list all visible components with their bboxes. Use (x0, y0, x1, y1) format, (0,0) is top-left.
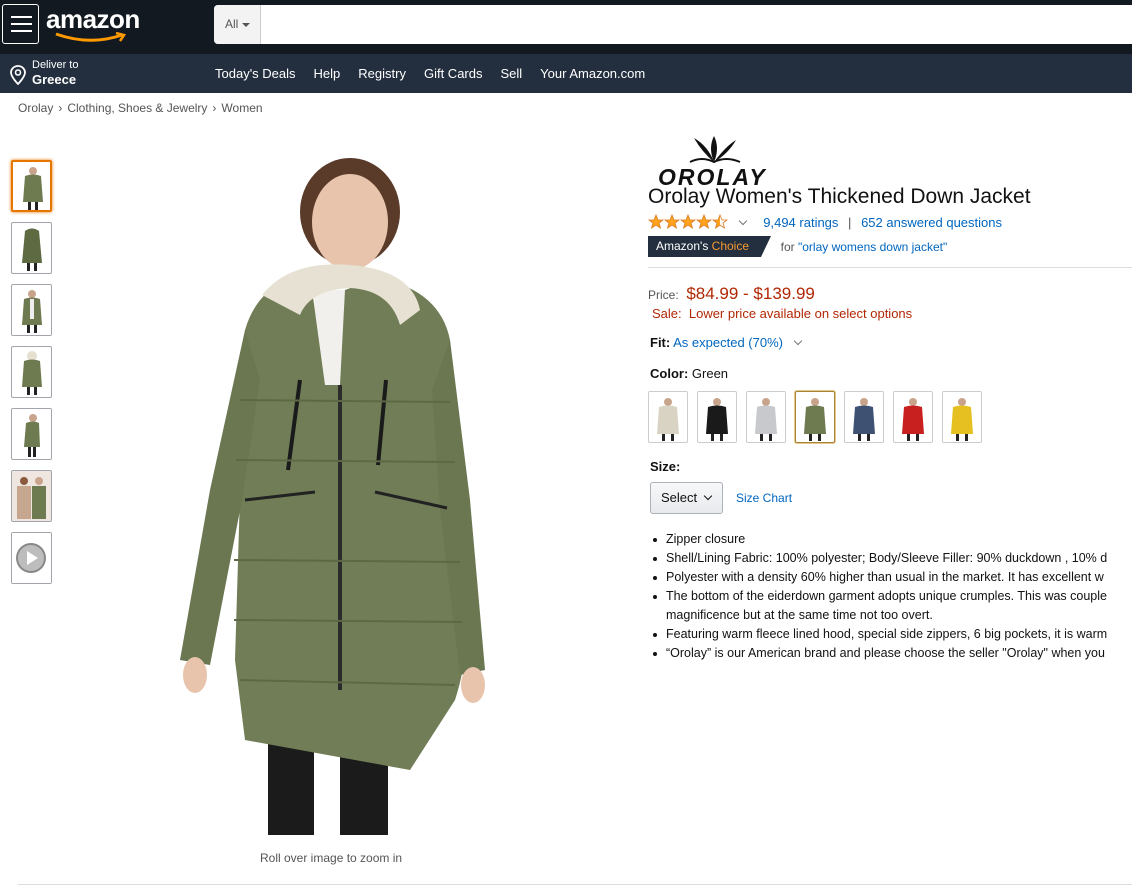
nav-help[interactable]: Help (314, 66, 341, 81)
play-video-icon (12, 533, 51, 583)
feature-bullet: Shell/Lining Fabric: 100% polyester; Bod… (650, 549, 1132, 568)
breadcrumb-item[interactable]: Orolay (18, 101, 53, 115)
search-input[interactable] (264, 5, 1124, 44)
feature-bullet: Featuring warm fleece lined hood, specia… (650, 625, 1132, 644)
swatch-navy[interactable] (844, 391, 884, 443)
deliver-label: Deliver to (32, 59, 79, 71)
answered-questions-link[interactable]: 652 answered questions (861, 215, 1002, 230)
badge-text: Amazon's (656, 239, 709, 253)
swatch-grey[interactable] (746, 391, 786, 443)
fit-label: Fit: (650, 335, 671, 350)
swatch-red[interactable] (893, 391, 933, 443)
thumbnail-1[interactable] (11, 160, 52, 212)
logo-text: amazon (46, 4, 140, 34)
menu-icon[interactable] (2, 4, 39, 44)
breadcrumb-separator: › (58, 101, 63, 115)
breadcrumb-item[interactable]: Clothing, Shoes & Jewelry (67, 101, 207, 115)
search-bar: All (214, 5, 1132, 44)
main-product-image[interactable] (150, 140, 515, 840)
nav-gift-cards[interactable]: Gift Cards (424, 66, 483, 81)
amazons-choice-badge[interactable]: Amazon's Choice (648, 236, 772, 257)
price-value: $84.99 - $139.99 (686, 284, 815, 303)
nav-todays-deals[interactable]: Today's Deals (215, 66, 296, 81)
breadcrumb-separator: › (212, 101, 217, 115)
jacket-image (180, 158, 485, 835)
nav-links: Today's Deals Help Registry Gift Cards S… (215, 54, 663, 93)
location-pin-icon (10, 65, 26, 85)
amazons-choice: Amazon's Choice for "orlay womens down j… (648, 236, 947, 257)
choice-query: for "orlay womens down jacket" (781, 240, 948, 254)
amazon-logo[interactable]: amazon (46, 4, 146, 42)
color-label: Color: (650, 366, 689, 381)
divider: | (848, 214, 852, 230)
zoom-hint: Roll over image to zoom in (260, 851, 403, 865)
star-rating-icon[interactable] (647, 213, 729, 233)
thumbnail-2[interactable] (11, 222, 52, 274)
chevron-down-icon (703, 491, 713, 501)
nav-sell[interactable]: Sell (500, 66, 522, 81)
fit-row: Fit: As expected (70%) (650, 335, 802, 350)
thumbnail-6[interactable] (11, 470, 52, 522)
orolay-leaf-icon (689, 136, 741, 164)
jacket-thumb-image (23, 167, 43, 210)
fit-value-link[interactable]: As expected (70%) (673, 335, 783, 350)
nav-your-amazon[interactable]: Your Amazon.com (540, 66, 645, 81)
ratings-count-link[interactable]: 9,494 ratings (763, 215, 838, 230)
feature-bullet: “Orolay” is our American brand and pleas… (650, 644, 1132, 663)
jacket-back-thumb-image (22, 228, 42, 271)
swatch-yellow[interactable] (942, 391, 982, 443)
top-bar: amazon All (0, 0, 1132, 54)
price-row: Price: $84.99 - $139.99 (648, 284, 815, 304)
chevron-down-icon[interactable] (793, 336, 802, 346)
feature-bullet: Zipper closure (650, 530, 1132, 549)
size-chart-link[interactable]: Size Chart (736, 491, 792, 505)
nav-bar: Deliver to Greece Today's Deals Help Reg… (0, 54, 1132, 93)
size-select[interactable]: Select (650, 482, 723, 514)
size-label: Size: (650, 459, 681, 474)
jacket-side-thumb-image (22, 290, 42, 333)
thumbnail-4[interactable] (11, 346, 52, 398)
breadcrumb-item[interactable]: Women (221, 101, 262, 115)
product-title: Orolay Women's Thickened Down Jacket (648, 185, 1031, 208)
swatch-green[interactable] (795, 391, 835, 443)
price-label: Price: (648, 288, 679, 302)
choice-query-link[interactable]: "orlay womens down jacket" (798, 240, 947, 254)
thumbnail-5[interactable] (11, 408, 52, 460)
breadcrumb: Orolay › Clothing, Shoes & Jewelry › Women (18, 101, 263, 115)
size-select-value: Select (661, 490, 698, 505)
caret-down-icon (242, 22, 251, 27)
smile-icon (55, 32, 127, 42)
section-divider (18, 884, 1132, 885)
swatch-beige[interactable] (648, 391, 688, 443)
color-row: Color: Green (650, 366, 728, 381)
thumbnail-3[interactable] (11, 284, 52, 336)
sale-note: Sale: Lower price available on select op… (652, 306, 913, 321)
choice-for: for (780, 239, 798, 254)
jacket-profile-thumb-image (24, 414, 40, 457)
models-thumb-image (12, 471, 51, 521)
color-value: Green (691, 366, 729, 381)
deliver-location: Greece (32, 72, 77, 87)
search-category-dropdown[interactable]: All (214, 5, 261, 44)
nav-registry[interactable]: Registry (358, 66, 406, 81)
search-category-label: All (225, 17, 239, 31)
thumbnail-video[interactable] (11, 532, 52, 584)
swatch-black[interactable] (697, 391, 737, 443)
jacket-hood-thumb-image (22, 351, 42, 395)
rating-dropdown-icon[interactable] (738, 216, 747, 226)
rating-row: 9,494 ratings | 652 answered questions (647, 213, 1002, 233)
badge-choice-text: Choice (711, 239, 750, 253)
feature-bullets: Zipper closure Shell/Lining Fabric: 100%… (650, 530, 1132, 663)
feature-bullet: The bottom of the eiderdown garment adop… (650, 587, 1132, 625)
divider-line (648, 267, 1132, 268)
feature-bullet: Polyester with a density 60% higher than… (650, 568, 1132, 587)
